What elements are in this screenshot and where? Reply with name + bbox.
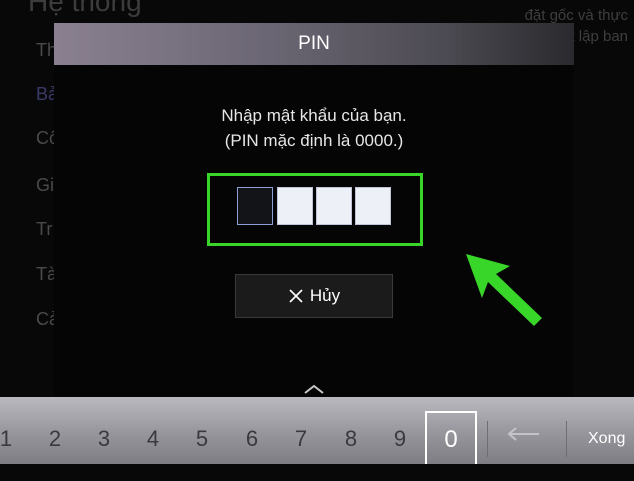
keypad-key-2[interactable]: 2 [35,397,75,464]
instruction-text: Nhập mật khẩu của bạn. [221,106,407,125]
dialog-title: PIN [54,23,574,65]
pin-digit-3[interactable] [316,187,352,225]
background-title: Hệ thống [28,0,142,17]
instruction-default-pin: (PIN mặc định là 0000.) [224,131,404,150]
keypad-key-1[interactable]: 1 [0,397,26,464]
keypad-key-4[interactable]: 4 [133,397,173,464]
pin-digit-4[interactable] [355,187,391,225]
background-description-line: đặt gốc và thực [524,7,628,24]
green-arrow-icon [466,254,542,326]
keypad-key-3[interactable]: 3 [84,397,124,464]
chevron-up-icon[interactable] [302,382,326,396]
backspace-arrow-icon[interactable] [505,424,541,444]
keypad-divider [566,421,567,457]
keypad-key-9[interactable]: 9 [380,397,420,464]
pin-digit-1[interactable] [237,187,273,225]
cancel-button[interactable]: Hủy [235,274,393,318]
close-icon [289,289,303,303]
background-menu-item[interactable]: Gi [36,175,54,196]
keypad-key-7[interactable]: 7 [281,397,321,464]
keypad-key-8[interactable]: 8 [331,397,371,464]
keypad-key-0[interactable]: 0 [425,411,477,464]
pin-digit-2[interactable] [277,187,313,225]
keypad-divider [487,421,488,457]
background-menu-item[interactable]: Tr [36,219,52,240]
keypad-key-6[interactable]: 6 [232,397,272,464]
done-button[interactable]: Xong [588,397,625,464]
cancel-label: Hủy [309,286,341,305]
keypad-key-5[interactable]: 5 [182,397,222,464]
